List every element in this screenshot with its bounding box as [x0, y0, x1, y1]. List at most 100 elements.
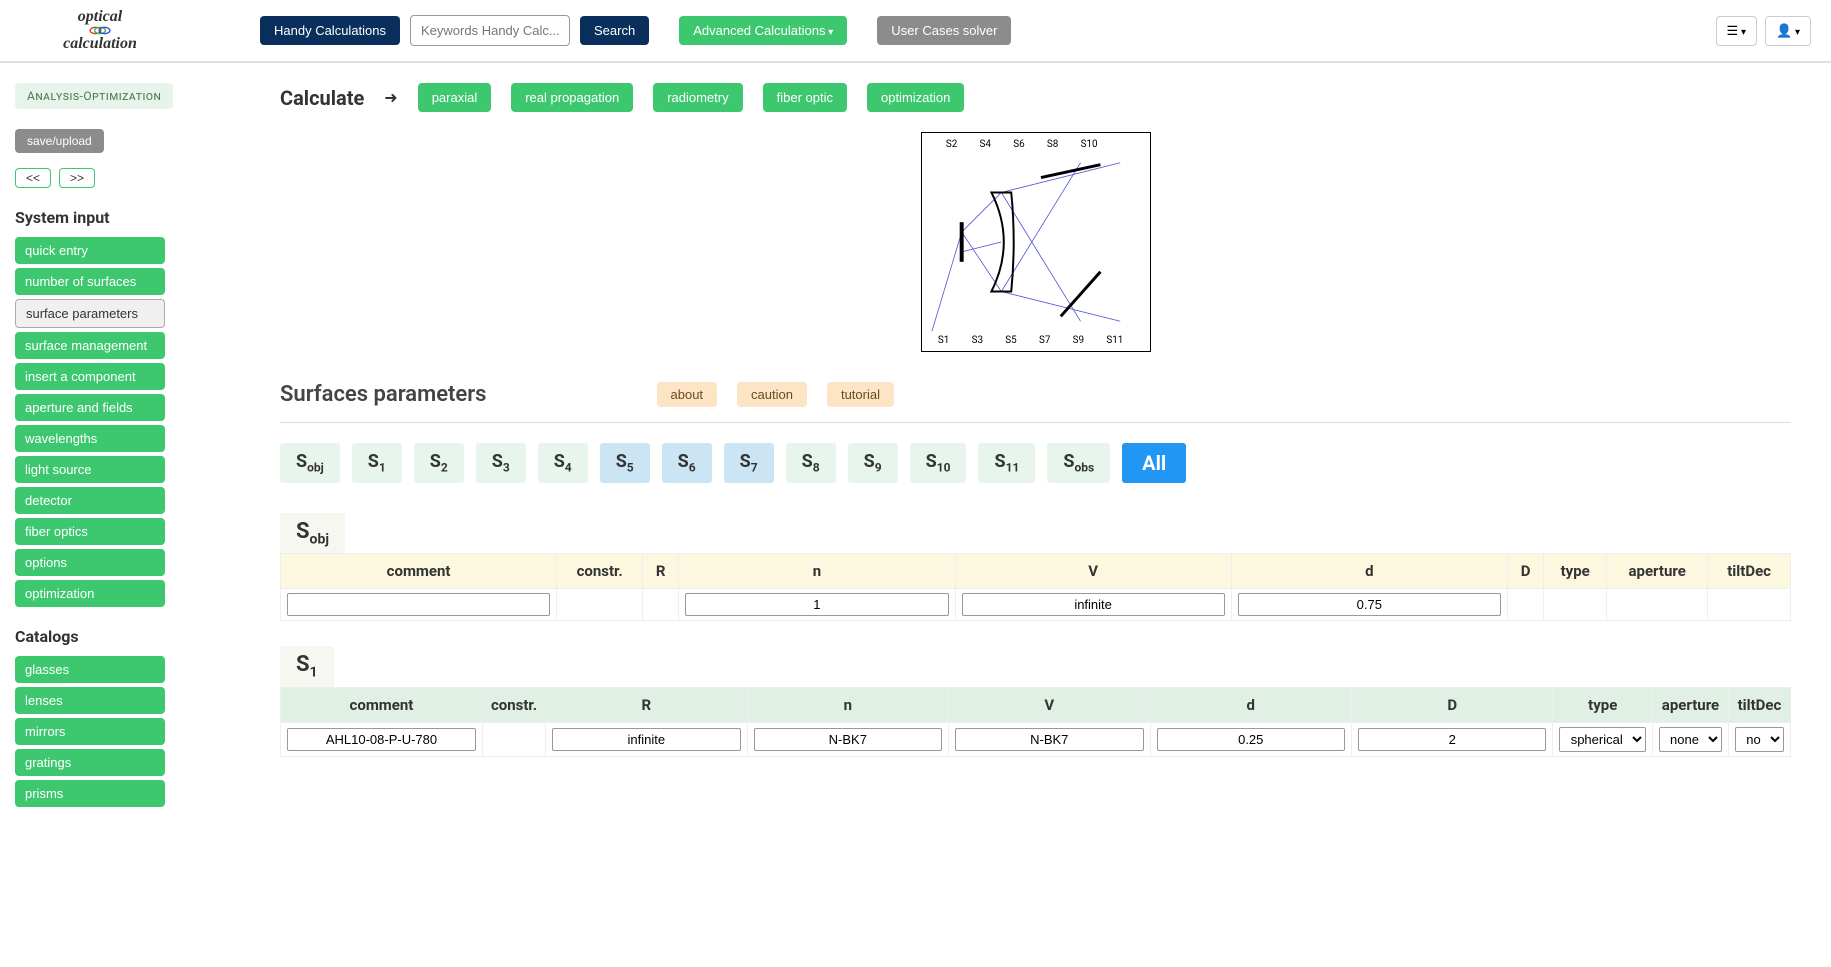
about-button[interactable]: about [657, 382, 718, 407]
arrow-right-icon: ➜ [384, 88, 397, 107]
col-d: d [1231, 554, 1507, 589]
save-upload-button[interactable]: save/upload [15, 129, 104, 153]
sidebar-item-number-of-surfaces[interactable]: number of surfaces [15, 268, 165, 295]
col-R: R [643, 554, 679, 589]
diagram-label-s6: S6 [1013, 139, 1025, 150]
logo[interactable]: optical calculation [20, 8, 180, 53]
col-comment: comment [281, 687, 483, 722]
logo-rings-icon [70, 26, 130, 35]
s1-bigd-input[interactable] [1358, 728, 1546, 751]
tutorial-button[interactable]: tutorial [827, 382, 894, 407]
user-icon-button[interactable]: 👤 [1765, 16, 1811, 46]
sobj-aperture-cell [1607, 589, 1708, 621]
s1-type-select[interactable]: spherical [1559, 727, 1646, 752]
next-button[interactable]: >> [59, 168, 95, 188]
col-n: n [679, 554, 955, 589]
s1-tiltdec-select[interactable]: no [1735, 727, 1784, 752]
col-comment: comment [281, 554, 557, 589]
col-constr: constr. [557, 554, 643, 589]
sidebar-item-light-source[interactable]: light source [15, 456, 165, 483]
diagram-label-s10: S10 [1080, 139, 1097, 150]
paraxial-button[interactable]: paraxial [418, 83, 492, 112]
diagram-label-s7: S7 [1038, 335, 1050, 346]
sobj-type-cell [1544, 589, 1607, 621]
menu-icon-button[interactable]: ☰ [1716, 16, 1757, 46]
sobj-r-cell [643, 589, 679, 621]
col-d: d [1150, 687, 1351, 722]
user-cases-button[interactable]: User Cases solver [877, 16, 1011, 45]
top-bar: optical calculation Handy Calculations S… [0, 0, 1831, 63]
tab-s8[interactable]: S8 [786, 443, 836, 483]
s1-comment-input[interactable] [287, 728, 476, 751]
tab-s7[interactable]: S7 [724, 443, 774, 483]
sobj-constr-cell [557, 589, 643, 621]
col-aperture: aperture [1652, 687, 1728, 722]
col-D: D [1507, 554, 1543, 589]
sidebar-item-detector[interactable]: detector [15, 487, 165, 514]
tab-s9[interactable]: S9 [848, 443, 898, 483]
optimization-button[interactable]: optimization [867, 83, 964, 112]
sidebar-item-mirrors[interactable]: mirrors [15, 718, 165, 745]
caution-button[interactable]: caution [737, 382, 807, 407]
tab-s4[interactable]: S4 [538, 443, 588, 483]
tab-s3[interactable]: S3 [476, 443, 526, 483]
sidebar-item-gratings[interactable]: gratings [15, 749, 165, 776]
diagram-label-s11: S11 [1106, 335, 1123, 346]
search-input[interactable] [410, 15, 570, 46]
sidebar-item-aperture-and-fields[interactable]: aperture and fields [15, 394, 165, 421]
s1-r-input[interactable] [552, 728, 740, 751]
optical-diagram: S2 S4 S6 S8 S10 S1 S3 S5 S7 S9 S11 [921, 132, 1151, 352]
sidebar-item-glasses[interactable]: glasses [15, 656, 165, 683]
main-content: Calculate ➜ paraxial real propagation radi… [200, 63, 1831, 831]
tab-sobs[interactable]: Sobs [1047, 443, 1110, 483]
col-constr: constr. [482, 687, 545, 722]
diagram-label-s1: S1 [937, 335, 948, 346]
tab-s5[interactable]: S5 [600, 443, 650, 483]
s1-n-input[interactable] [754, 728, 942, 751]
sobj-d-input[interactable] [1238, 593, 1501, 616]
advanced-calculations-button[interactable]: Advanced Calculations [679, 16, 847, 45]
sidebar-item-optimization[interactable]: optimization [15, 580, 165, 607]
s1-v-input[interactable] [955, 728, 1143, 751]
diagram-label-s9: S9 [1072, 335, 1083, 346]
surfaces-title: Surfaces parameters [280, 382, 487, 407]
sidebar-item-quick-entry[interactable]: quick entry [15, 237, 165, 264]
sobj-v-input[interactable] [962, 593, 1225, 616]
s1-constr-cell [482, 722, 545, 756]
s1-table: commentconstr.RnVdDtypeaperturetiltDec s… [280, 687, 1791, 757]
real-propagation-button[interactable]: real propagation [511, 83, 633, 112]
sidebar-item-wavelengths[interactable]: wavelengths [15, 425, 165, 452]
tab-all[interactable]: All [1122, 443, 1186, 483]
sidebar-item-options[interactable]: options [15, 549, 165, 576]
col-aperture: aperture [1607, 554, 1708, 589]
tab-s11[interactable]: S11 [978, 443, 1035, 483]
sobj-n-input[interactable] [685, 593, 948, 616]
s1-d-input[interactable] [1157, 728, 1345, 751]
sobj-table: commentconstr.RnVdDtypeaperturetiltDec [280, 553, 1791, 621]
prev-button[interactable]: << [15, 168, 51, 188]
analysis-badge: Analysis-Optimization [15, 83, 173, 109]
sidebar-item-lenses[interactable]: lenses [15, 687, 165, 714]
sidebar-item-surface-management[interactable]: surface management [15, 332, 165, 359]
handy-calculations-button[interactable]: Handy Calculations [260, 16, 400, 45]
tab-s6[interactable]: S6 [662, 443, 712, 483]
radiometry-button[interactable]: radiometry [653, 83, 742, 112]
logo-text-top: optical [78, 8, 122, 26]
sobj-comment-input[interactable] [287, 593, 550, 616]
sidebar-item-fiber-optics[interactable]: fiber optics [15, 518, 165, 545]
col-tiltDec: tiltDec [1708, 554, 1791, 589]
tab-s2[interactable]: S2 [414, 443, 464, 483]
tab-s10[interactable]: S10 [910, 443, 967, 483]
search-button[interactable]: Search [580, 16, 649, 45]
fiber-optic-button[interactable]: fiber optic [763, 83, 847, 112]
tab-s1[interactable]: S1 [352, 443, 402, 483]
calculate-label: Calculate [280, 86, 364, 110]
tab-sobj[interactable]: Sobj [280, 443, 340, 483]
sidebar-item-surface-parameters[interactable]: surface parameters [15, 299, 165, 328]
surface-sobj-label: Sobj [280, 513, 345, 553]
diagram-label-s3: S3 [971, 335, 982, 346]
diagram-label-s2: S2 [945, 139, 957, 150]
sidebar-item-prisms[interactable]: prisms [15, 780, 165, 807]
s1-aperture-select[interactable]: none [1659, 727, 1722, 752]
sidebar-item-insert-a-component[interactable]: insert a component [15, 363, 165, 390]
